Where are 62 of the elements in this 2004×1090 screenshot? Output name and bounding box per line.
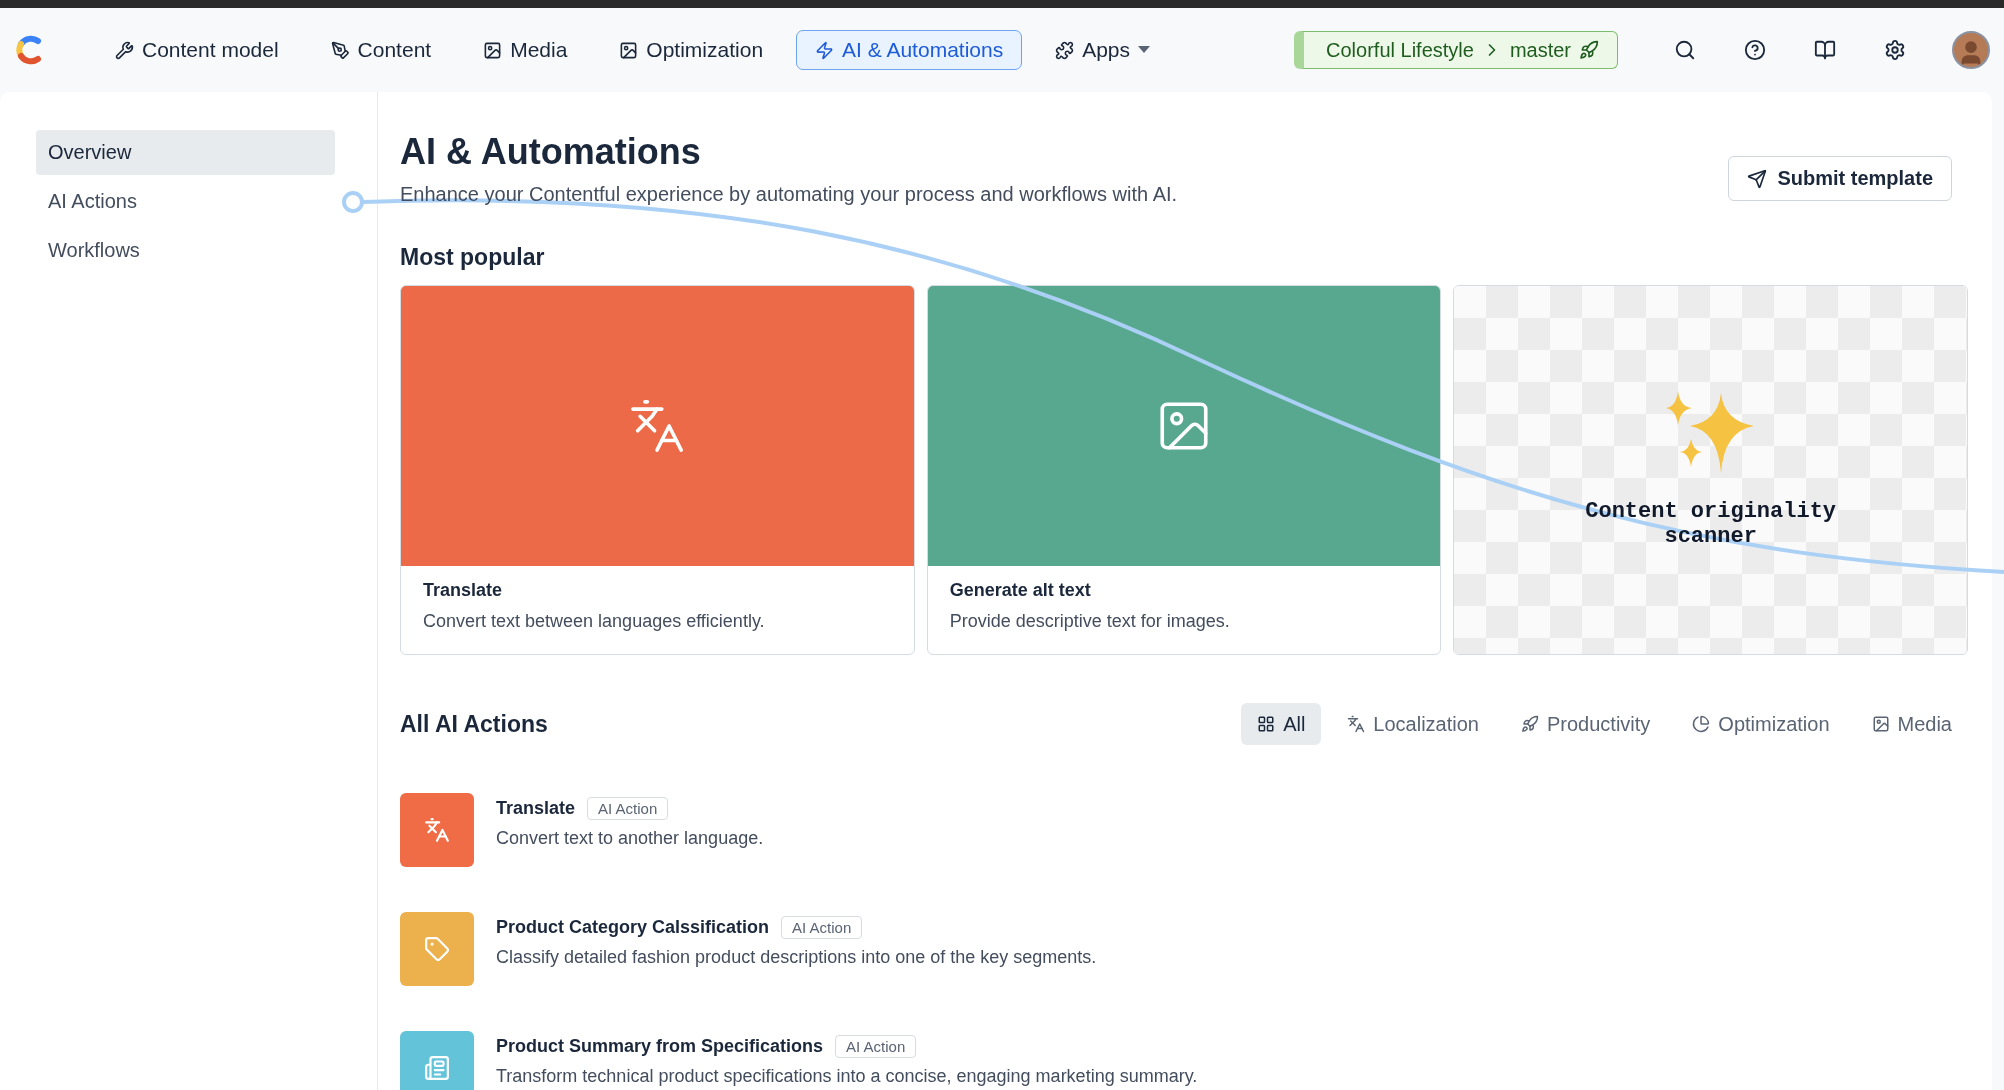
card-title: Translate <box>423 580 504 602</box>
puzzle-icon <box>1055 40 1075 60</box>
section-heading: Most popular <box>400 244 546 272</box>
action-card[interactable]: Content originality scanner <box>1453 285 1968 656</box>
grid-icon <box>1257 715 1276 734</box>
image-icon <box>483 40 503 60</box>
search-icon[interactable] <box>1674 39 1696 61</box>
icon-tile[interactable] <box>400 912 474 987</box>
filter-tab[interactable]: Localization <box>1331 703 1495 746</box>
nav-tab[interactable]: Media <box>464 30 587 70</box>
sidebar-item[interactable]: Overview <box>36 130 335 175</box>
wrench-icon <box>115 40 134 60</box>
lightning-icon <box>815 40 835 60</box>
avatar[interactable] <box>1952 31 1990 69</box>
page-title: AI & Automations <box>400 130 702 174</box>
rocket-icon <box>1579 40 1599 60</box>
book-icon[interactable] <box>1814 39 1836 61</box>
card-title: Generate alt text <box>949 580 1092 602</box>
action-description: Classify detailed fashion product descriptions into one of the key segments. <box>496 947 1097 969</box>
action-card[interactable]: Generate alt text Provide descriptive text for images. <box>926 285 1442 656</box>
space-switcher[interactable]: Colorful Lifestyle master <box>1294 31 1618 69</box>
action-card[interactable]: Translate Convert text between languages efficiently. <box>400 285 915 656</box>
action-title[interactable]: Product Category Calssification <box>496 917 770 939</box>
action-badge: AI Action <box>835 1035 917 1059</box>
translate-icon <box>424 817 450 844</box>
connector-handle[interactable] <box>342 191 364 213</box>
action-description: Convert text to another language. <box>496 828 764 850</box>
sidebar-item[interactable]: Workflows <box>36 228 335 273</box>
send-icon <box>1747 168 1768 189</box>
action-description: Transform technical product specifications into a concise, engaging marketing summary. <box>496 1066 1198 1088</box>
card-description: Provide descriptive text for images. <box>949 611 1231 633</box>
help-icon[interactable] <box>1744 39 1766 61</box>
filter-tab[interactable]: Optimization <box>1676 703 1846 746</box>
nav-tab[interactable]: Content model <box>96 30 298 70</box>
filter-tab[interactable]: Productivity <box>1505 703 1667 746</box>
image-icon <box>1871 715 1890 734</box>
pie-chart-icon <box>1692 715 1711 734</box>
filter-tab[interactable]: Media <box>1855 703 1968 746</box>
nav-tab[interactable]: AI & Automations <box>796 30 1023 70</box>
settings-icon[interactable] <box>1884 39 1906 61</box>
nav-tab[interactable]: Optimization <box>600 30 783 70</box>
action-title[interactable]: Translate <box>496 798 576 820</box>
image-icon <box>619 40 639 60</box>
nav-tab[interactable]: Apps <box>1036 30 1170 70</box>
translate-icon <box>1347 715 1366 734</box>
tag-icon <box>424 936 450 963</box>
icon-tile[interactable] <box>400 793 474 868</box>
submit-template-button[interactable]: Submit template <box>1728 156 1952 201</box>
filter-tab[interactable]: All <box>1241 703 1322 746</box>
icon-tile[interactable] <box>400 1031 474 1090</box>
newspaper-icon <box>424 1055 450 1082</box>
pen-icon <box>330 40 350 60</box>
card-description: Convert text between languages efficiently. <box>423 611 766 633</box>
nav-tab[interactable]: Content <box>311 30 451 70</box>
sidebar-item[interactable]: AI Actions <box>36 179 335 224</box>
card-caption: Content originality scanner <box>1584 499 1838 550</box>
action-badge: AI Action <box>587 797 669 821</box>
rocket-icon <box>1521 715 1539 734</box>
action-badge: AI Action <box>781 916 863 940</box>
section-heading: All AI Actions <box>400 710 548 738</box>
page-description: Enhance your Contentful experience by automating your process and workflows with AI. <box>400 183 1178 207</box>
action-title[interactable]: Product Summary from Specifications <box>496 1036 824 1058</box>
